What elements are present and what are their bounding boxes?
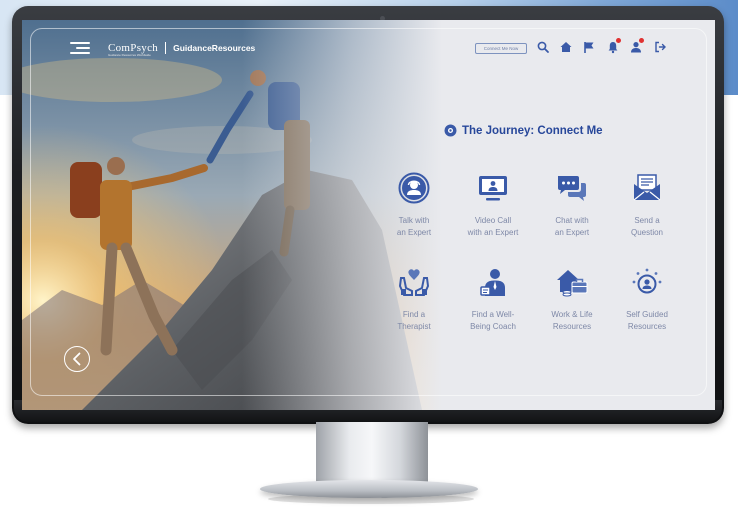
search-icon[interactable]: [536, 40, 550, 54]
back-button[interactable]: [64, 346, 90, 372]
tile-label-line1: Self Guided: [626, 310, 668, 319]
tile-label-line2: Question: [630, 228, 664, 237]
connect-me-now-button[interactable]: Connect Me Now: [475, 43, 527, 54]
journey-badge-icon: [444, 124, 457, 137]
tile-label-line2: Therapist: [397, 322, 431, 331]
tile-self-guided-resources[interactable]: Self Guided Resources: [613, 266, 681, 333]
video-call-icon: [479, 176, 507, 201]
tile-label-line2: Resources: [627, 322, 667, 331]
tile-label: Chat with an Expert: [538, 215, 606, 239]
tile-label-line1: Send a: [634, 216, 660, 225]
tile-work-and-life-resources[interactable]: Work & Life Resources: [538, 266, 606, 333]
heart-hands-icon: [398, 269, 430, 296]
user-badge: [639, 38, 644, 43]
coach-icon: [480, 269, 505, 296]
tile-label: Work & Life Resources: [538, 309, 606, 333]
tile-label: Send a Question: [613, 215, 681, 239]
bell-icon[interactable]: [606, 38, 621, 54]
tile-label-line2: Being Coach: [470, 322, 516, 331]
self-guided-person-icon: [632, 268, 662, 294]
tile-label: Find a Well- Being Coach: [459, 309, 527, 333]
tile-label-line1: Find a Well-: [471, 310, 515, 319]
tile-label-line1: Work & Life: [551, 310, 593, 319]
tile-chat-with-expert[interactable]: Chat with an Expert: [538, 172, 606, 239]
flag-icon[interactable]: [582, 40, 596, 54]
tile-label-line1: Find a: [402, 310, 426, 319]
home-icon[interactable]: [559, 40, 573, 54]
tile-label: Find a Therapist: [380, 309, 448, 333]
notification-user-icon[interactable]: [629, 38, 644, 54]
logo-divider: [165, 42, 167, 54]
logout-icon[interactable]: [653, 40, 667, 54]
brand-logo[interactable]: ComPsych Guidance Resources Worldwide Gu…: [108, 40, 256, 57]
envelope-icon: [633, 174, 661, 201]
journey-heading: The Journey: Connect Me: [444, 124, 603, 137]
chevron-left-icon: [73, 352, 81, 366]
house-briefcase-icon: [557, 270, 588, 297]
tile-label: Video Call with an Expert: [459, 215, 527, 239]
page-title: The Journey: Connect Me: [462, 124, 603, 137]
tile-find-a-wellbeing-coach[interactable]: Find a Well- Being Coach: [459, 266, 527, 333]
tile-label-line1: Talk with: [398, 216, 430, 225]
tile-send-a-question[interactable]: Send a Question: [613, 172, 681, 239]
logo-tagline: Guidance Resources Worldwide: [108, 53, 151, 57]
tile-talk-with-expert[interactable]: Talk with an Expert: [380, 172, 448, 239]
tile-label-line2: an Expert: [396, 228, 432, 237]
tile-video-call-with-expert[interactable]: Video Call with an Expert: [459, 172, 527, 239]
hamburger-menu-icon[interactable]: [70, 42, 90, 54]
tile-label-line2: Resources: [552, 322, 592, 331]
logo-product: GuidanceResources: [173, 43, 256, 53]
app-screen: ComPsych Guidance Resources Worldwide Gu…: [22, 20, 715, 410]
headset-person-icon: [398, 172, 430, 204]
tile-label-line2: an Expert: [554, 228, 590, 237]
tile-label: Talk with an Expert: [380, 215, 448, 239]
tile-label-line1: Video Call: [474, 216, 512, 225]
bell-badge: [616, 38, 621, 43]
monitor-stand-neck: [316, 422, 428, 482]
tile-label: Self Guided Resources: [613, 309, 681, 333]
chat-bubbles-icon: [558, 176, 586, 201]
tile-find-a-therapist[interactable]: Find a Therapist: [380, 266, 448, 333]
tile-label-line2: with an Expert: [467, 228, 519, 237]
monitor-stand-base: [260, 480, 478, 498]
tile-label-line1: Chat with: [555, 216, 589, 225]
